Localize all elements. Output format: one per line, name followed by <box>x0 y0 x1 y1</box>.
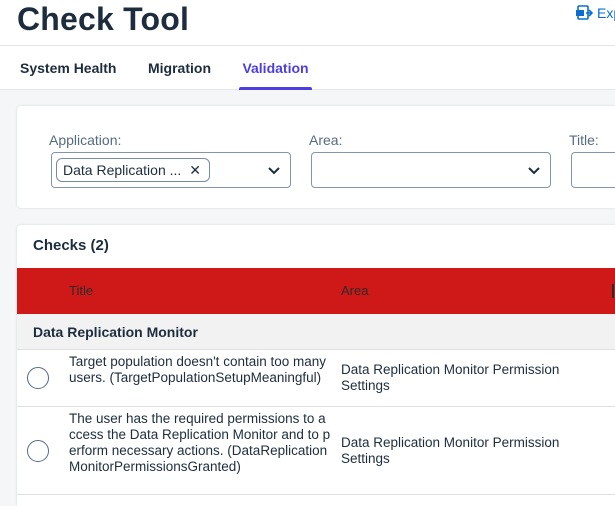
app-header: Check Tool Exp <box>0 0 615 46</box>
row-select-radio[interactable] <box>27 440 49 462</box>
application-token-text: Data Replication ... <box>63 162 182 178</box>
tab-system-health[interactable]: System Health <box>20 46 116 90</box>
area-filter-select[interactable] <box>311 152 551 188</box>
area-filter-label: Area: <box>309 132 343 148</box>
chevron-down-icon[interactable] <box>268 164 280 176</box>
application-filter-label: Application: <box>49 132 122 148</box>
close-icon[interactable]: ✕ <box>189 163 201 177</box>
title-filter-label: Title: <box>569 132 599 148</box>
checks-heading: Checks (2) <box>33 237 109 254</box>
group-header: Data Replication Monitor <box>17 314 615 350</box>
table-header: Title Area <box>17 268 615 314</box>
check-area: Data Replication Monitor Permission Sett… <box>341 362 560 393</box>
chevron-down-icon[interactable] <box>528 164 540 176</box>
export-button[interactable]: Exp <box>575 4 615 22</box>
check-title: The user has the required permissions to… <box>69 411 331 474</box>
column-header-area[interactable]: Area <box>341 283 368 298</box>
title-filter-input[interactable] <box>571 152 615 188</box>
page-title: Check Tool <box>17 1 190 37</box>
row-select-radio[interactable] <box>27 367 49 389</box>
table-row[interactable]: The user has the required permissions to… <box>17 407 615 495</box>
application-filter-select[interactable]: Data Replication ... ✕ <box>51 152 291 188</box>
export-icon <box>576 5 593 20</box>
group-title: Data Replication Monitor <box>33 324 198 340</box>
application-token[interactable]: Data Replication ... ✕ <box>56 158 211 182</box>
tab-validation[interactable]: Validation <box>239 46 312 90</box>
tab-bar: System Health Migration Validation <box>0 46 615 90</box>
filter-bar: Application: Data Replication ... ✕ Area… <box>17 106 615 208</box>
checks-panel: Checks (2) Title Area Data Replication M… <box>17 225 615 506</box>
check-title: Target population doesn't contain too ma… <box>69 354 327 385</box>
check-area: Data Replication Monitor Permission Sett… <box>341 435 560 466</box>
export-label: Exp <box>597 5 615 21</box>
tab-migration[interactable]: Migration <box>148 46 211 90</box>
table-row[interactable]: Target population doesn't contain too ma… <box>17 350 615 407</box>
column-header-title[interactable]: Title <box>69 283 93 298</box>
